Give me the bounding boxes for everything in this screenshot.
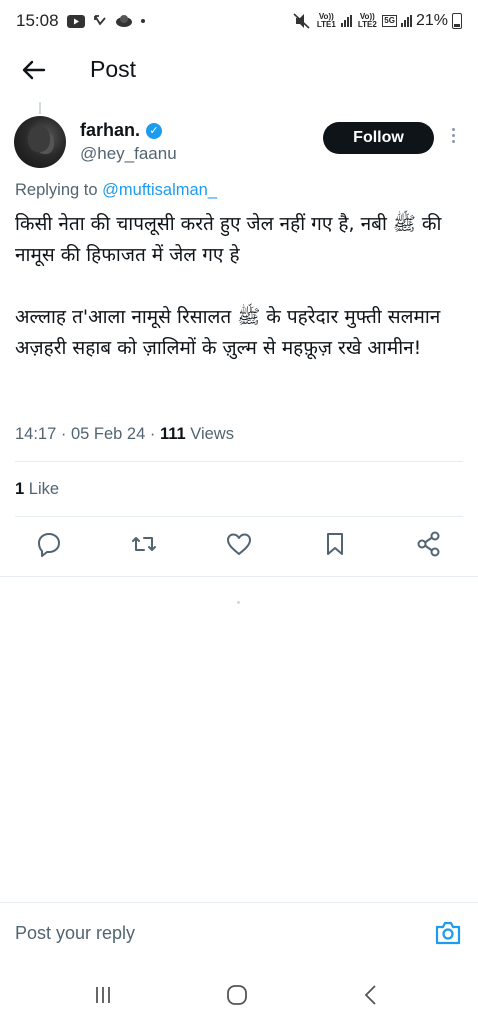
sim2-label: Vo)) LTE2	[357, 12, 377, 29]
divider	[15, 461, 463, 462]
loading-indicator	[237, 601, 240, 604]
status-bar: 15:08 Vo)) LTE1 Vo)) LTE2 5G 21%	[0, 0, 478, 42]
missed-call-icon	[93, 15, 106, 26]
follow-button[interactable]: Follow	[323, 122, 434, 154]
mute-icon	[293, 13, 310, 29]
post-timestamp: 14:17 · 05 Feb 24 ·	[15, 425, 160, 443]
reply-input[interactable]: Post your reply	[15, 923, 135, 944]
back-nav-icon[interactable]	[356, 980, 386, 1010]
reply-icon[interactable]	[35, 530, 63, 558]
battery-percent: 21%	[415, 12, 448, 29]
thread-connector-line	[39, 102, 41, 114]
sim2-signal-icon	[400, 15, 412, 27]
recent-apps-icon[interactable]	[88, 980, 118, 1010]
sim1-label: Vo)) LTE1	[316, 12, 336, 29]
author-handle[interactable]: @hey_faanu	[80, 144, 177, 164]
bookmark-icon[interactable]	[321, 530, 349, 558]
views-count: 111	[159, 425, 186, 443]
network-type: 5G	[382, 15, 397, 27]
author-name-row[interactable]: farhan. ✓	[80, 120, 163, 141]
youtube-icon	[66, 14, 85, 28]
post-meta: 14:17 · 05 Feb 24 · 111 Views	[15, 425, 234, 444]
top-bar: Post	[0, 46, 478, 94]
avatar[interactable]	[14, 116, 66, 168]
back-arrow-icon[interactable]	[20, 56, 48, 84]
replying-to-mention[interactable]: @muftisalman_	[102, 181, 217, 199]
repost-icon[interactable]	[130, 530, 158, 558]
sim1-signal-icon	[341, 15, 353, 27]
status-time: 15:08	[16, 11, 59, 30]
post-actions	[0, 530, 478, 564]
divider	[0, 576, 478, 577]
home-icon[interactable]	[222, 980, 252, 1010]
likes-stat[interactable]: 1 Like	[15, 480, 59, 499]
post-text: किसी नेता की चापलूसी करते हुए जेल नहीं ग…	[15, 213, 442, 359]
divider	[15, 516, 463, 517]
system-nav-bar	[0, 964, 478, 1024]
author-name[interactable]: farhan.	[80, 120, 140, 141]
like-icon[interactable]	[225, 530, 253, 558]
replying-prefix: Replying to	[15, 181, 98, 199]
views-label: Views	[190, 425, 234, 443]
more-notifications-dot	[140, 19, 145, 23]
battery-icon	[452, 13, 462, 29]
likes-count: 1	[15, 480, 25, 498]
page-title: Post	[90, 56, 137, 82]
share-icon[interactable]	[415, 530, 443, 558]
likes-label: Like	[28, 480, 60, 498]
replying-to: Replying to @muftisalman_	[15, 181, 217, 200]
camera-icon[interactable]	[434, 919, 462, 947]
reply-bar: Post your reply	[0, 902, 478, 958]
more-options-icon[interactable]	[448, 128, 458, 148]
verified-badge-icon: ✓	[146, 122, 163, 139]
app-notification-icon	[115, 15, 132, 27]
author-row: farhan. ✓ @hey_faanu Follow	[14, 116, 464, 176]
